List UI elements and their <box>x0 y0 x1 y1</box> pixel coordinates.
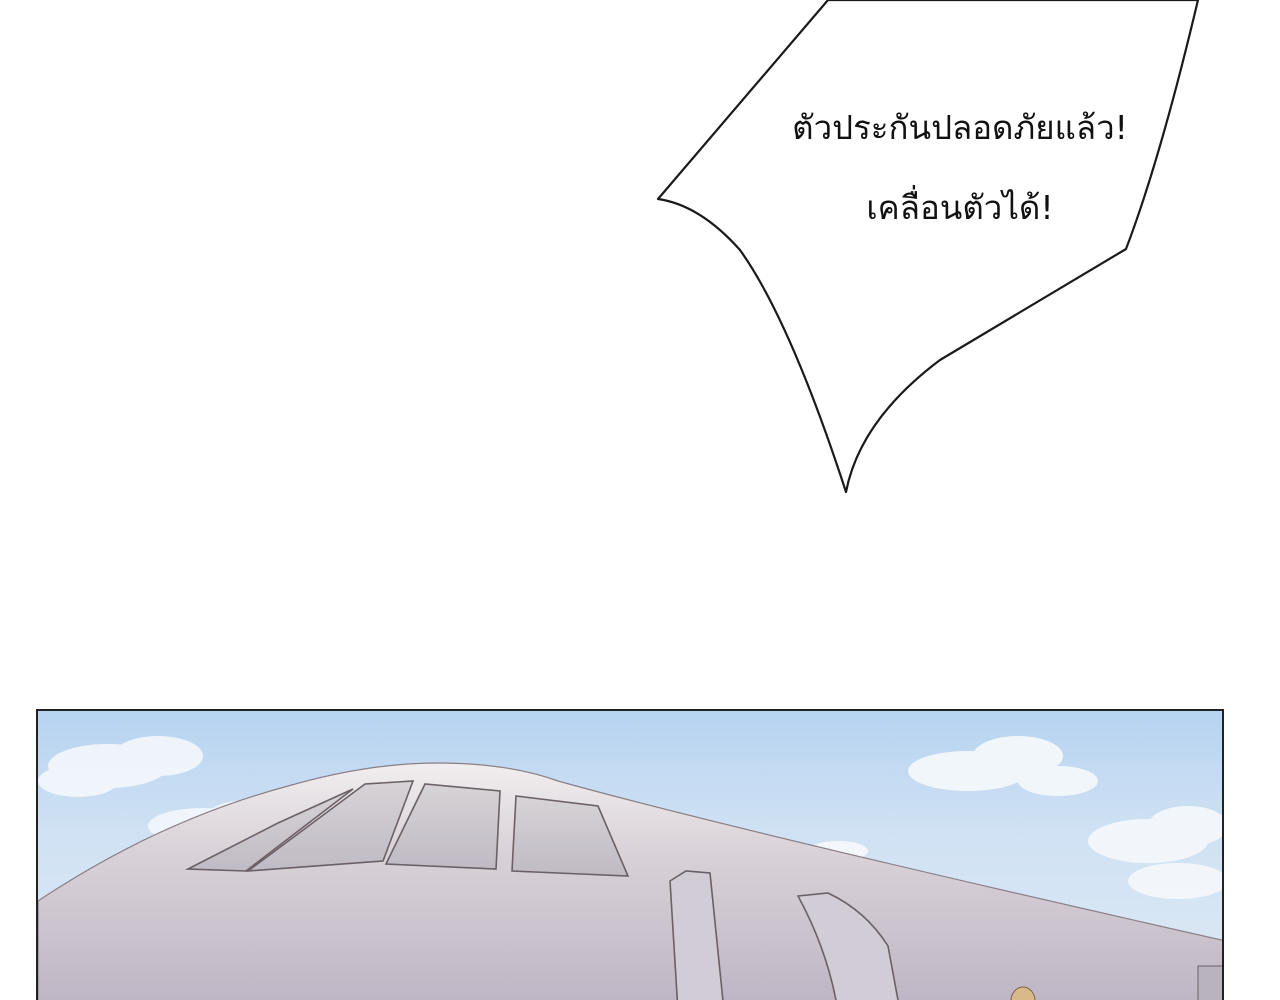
comic-page: ตัวประกันปลอดภัยแล้ว! เคลื่อนตัวได้! <box>0 0 1280 1000</box>
speech-bubble-text: ตัวประกันปลอดภัยแล้ว! เคลื่อนตัวได้! <box>700 88 1220 248</box>
airplane-fuselage <box>38 762 1222 1000</box>
comic-panel-airplane <box>36 709 1224 1000</box>
speech-line-1: ตัวประกันปลอดภัยแล้ว! <box>792 108 1128 147</box>
airplane-illustration <box>38 736 1222 1000</box>
speech-bubble <box>656 0 1200 494</box>
background-structure <box>1197 965 1222 1000</box>
speech-line-2: เคลื่อนตัวได้! <box>866 188 1054 227</box>
